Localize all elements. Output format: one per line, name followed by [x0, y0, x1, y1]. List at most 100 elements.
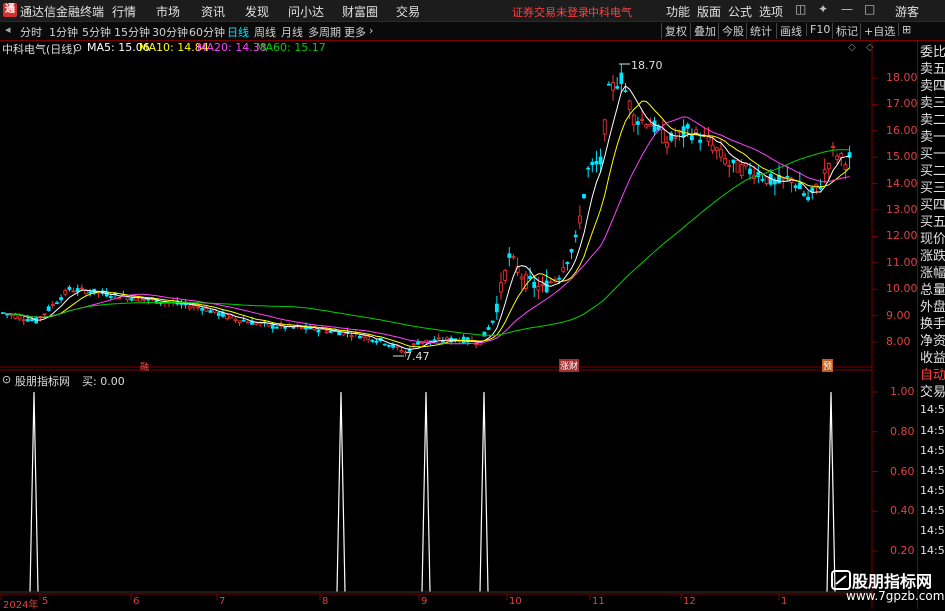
menu-hangqing[interactable]: 行情: [112, 3, 136, 20]
period-multi[interactable]: 多周期: [308, 24, 341, 40]
side-panel-item[interactable]: 净资: [920, 334, 945, 349]
candle-body: [30, 319, 34, 321]
side-panel-item[interactable]: 卖四: [920, 79, 945, 94]
kline-chart[interactable]: [0, 0, 945, 609]
event-mark[interactable]: 融: [140, 360, 149, 373]
menu-caifuquan[interactable]: 财富圈: [342, 3, 378, 20]
side-panel-item[interactable]: 换手: [920, 317, 945, 332]
tool-jingu[interactable]: 今股: [718, 23, 747, 39]
dropdown-icon[interactable]: ⊙: [73, 41, 82, 54]
side-panel-item[interactable]: 14:56: [920, 543, 945, 558]
menu-faxian[interactable]: 发现: [245, 3, 269, 20]
side-panel-item[interactable]: 14:56: [920, 463, 945, 478]
side-panel-item[interactable]: 买一: [920, 147, 945, 162]
menu-xuanxiang[interactable]: 选项: [759, 3, 783, 20]
side-panel-item[interactable]: 14:56: [920, 503, 945, 518]
candle-body: [577, 215, 582, 224]
side-panel-item[interactable]: 总量: [920, 283, 945, 298]
menu-shichang[interactable]: 市场: [156, 3, 180, 20]
candle-body: [594, 161, 599, 165]
period-monthly[interactable]: 月线: [281, 24, 303, 40]
period-more[interactable]: 更多: [344, 24, 366, 40]
period-fenshi[interactable]: 分时: [20, 24, 42, 40]
side-panel-item[interactable]: 14:56: [920, 423, 945, 438]
side-panel-item[interactable]: 买五: [920, 215, 945, 230]
side-panel-item[interactable]: 现价: [920, 232, 945, 247]
period-daily[interactable]: 日线: [227, 24, 249, 40]
dropdown-icon[interactable]: ⊙: [2, 373, 11, 386]
menu-gongshi[interactable]: 公式: [728, 3, 752, 20]
candle-body: [353, 331, 358, 334]
period-60min[interactable]: 60分钟: [189, 24, 225, 40]
tool-biaoji[interactable]: 标记: [832, 23, 861, 39]
period-5min[interactable]: 5分钟: [82, 24, 111, 40]
period-weekly[interactable]: 周线: [254, 24, 276, 40]
side-panel-item[interactable]: 自动: [920, 368, 945, 383]
minimize-icon[interactable]: —: [841, 2, 853, 16]
side-panel-item[interactable]: 14:56: [920, 483, 945, 498]
side-panel-item[interactable]: 涨幅: [920, 266, 945, 281]
sub-indicator-title[interactable]: 股朋指标网: [15, 373, 70, 389]
guest-label[interactable]: 游客: [895, 3, 919, 20]
side-panel-item[interactable]: 买二: [920, 164, 945, 179]
period-15min[interactable]: 15分钟: [114, 24, 150, 40]
skin-icon[interactable]: ◫: [795, 2, 806, 16]
side-panel-item[interactable]: 交易: [920, 385, 945, 400]
candle-body: [436, 337, 441, 340]
candle-body: [287, 324, 292, 327]
candle-body: [113, 292, 117, 295]
candle-body: [515, 266, 520, 273]
menu-banmian[interactable]: 版面: [697, 3, 721, 20]
menu-wenxiaoda[interactable]: 问小达: [288, 3, 324, 20]
event-mark[interactable]: 预: [822, 359, 834, 372]
side-panel-item[interactable]: 涨跌: [920, 249, 945, 264]
tool-f10[interactable]: F10: [806, 23, 833, 36]
candle-body: [382, 343, 387, 346]
login-status[interactable]: 证券交易未登录: [512, 4, 589, 20]
event-mark[interactable]: 涨财: [559, 359, 580, 372]
tool-zixuan[interactable]: +自选: [860, 23, 898, 39]
side-panel-item[interactable]: 委比: [920, 45, 945, 60]
collapse-icon[interactable]: ◂: [5, 23, 11, 36]
side-panel-item[interactable]: 买四: [920, 198, 945, 213]
tool-huaxian[interactable]: 画线: [776, 23, 805, 39]
side-panel-item[interactable]: 卖一: [920, 130, 945, 145]
period-30min[interactable]: 30分钟: [152, 24, 188, 40]
chevron-right-icon[interactable]: ›: [369, 24, 373, 37]
menu-gongneng[interactable]: 功能: [666, 3, 690, 20]
side-panel-item[interactable]: 买三: [920, 181, 945, 196]
price-tick-label: 11.00: [886, 255, 918, 269]
diamond-icon[interactable]: ◇: [866, 42, 874, 53]
candle-body: [100, 290, 105, 294]
side-panel-item[interactable]: 14:56: [920, 443, 945, 458]
side-panel-item[interactable]: 14:56: [920, 523, 945, 538]
x-tick-label: 6: [133, 596, 140, 607]
tool-fuquan[interactable]: 复权: [661, 23, 690, 39]
candle-body: [254, 322, 259, 325]
tool-tongji[interactable]: 统计: [746, 23, 775, 39]
side-panel-item[interactable]: 外盘: [920, 300, 945, 315]
menu-zixun[interactable]: 资讯: [201, 3, 225, 20]
expand-icon[interactable]: ⊞: [898, 23, 914, 36]
side-panel-item[interactable]: 收益: [920, 351, 945, 366]
candle-body: [519, 276, 524, 280]
candle-body: [802, 193, 806, 196]
candle-body: [208, 310, 213, 313]
settings-icon[interactable]: ✦: [818, 2, 828, 16]
candle-body: [453, 338, 458, 341]
tool-diejia[interactable]: 叠加: [690, 23, 719, 39]
side-panel-item[interactable]: 14:56: [920, 402, 945, 417]
maximize-icon[interactable]: □: [864, 2, 875, 16]
candle-body: [387, 344, 391, 347]
indicator-title[interactable]: 中科电气(日线): [2, 41, 77, 57]
candle-body: [847, 152, 852, 158]
side-panel-item[interactable]: 卖五: [920, 62, 945, 77]
diamond-icon[interactable]: ◇: [848, 42, 856, 53]
period-1min[interactable]: 1分钟: [49, 24, 78, 40]
sub-indicator-value: 买: 0.00: [82, 375, 125, 388]
side-panel-item[interactable]: 卖二: [920, 113, 945, 128]
x-tick-label: 1: [781, 596, 788, 607]
menu-jiaoyi[interactable]: 交易: [396, 3, 420, 20]
candle-body: [200, 308, 205, 311]
side-panel-item[interactable]: 卖三: [920, 96, 945, 111]
